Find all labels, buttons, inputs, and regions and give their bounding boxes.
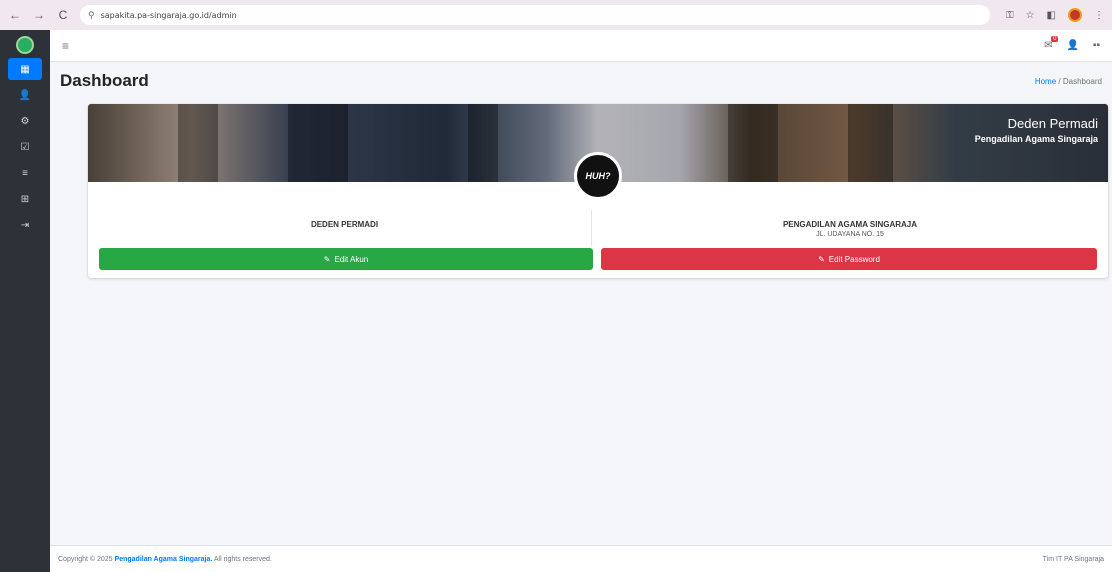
- users-cog-icon: ⚙: [20, 115, 30, 127]
- forward-icon[interactable]: →: [32, 8, 46, 22]
- user-icon: 👤: [18, 89, 32, 101]
- profile-card: Deden Permadi Pengadilan Agama Singaraja…: [88, 104, 1108, 278]
- sidebar: ▦ 👤 ⚙ ☑ ≡ ⊞ ⇥: [0, 30, 50, 572]
- notification-badge: 0: [1051, 36, 1059, 42]
- footer: Copyright © 2025 Pengadilan Agama Singar…: [50, 545, 1112, 572]
- bookmark-star-icon[interactable]: ☆: [1026, 10, 1035, 21]
- avatar: HUH?: [574, 152, 622, 200]
- browser-menu-icon[interactable]: ⋮: [1094, 10, 1104, 21]
- sidebar-item-logout[interactable]: ⇥: [8, 214, 42, 236]
- sidebar-item-table[interactable]: ⊞: [8, 188, 42, 210]
- address-bar[interactable]: ⚲ sapakita.pa-singaraja.go.id/admin: [80, 5, 990, 25]
- menu-toggle-icon[interactable]: ≡: [62, 39, 69, 53]
- url-text: sapakita.pa-singaraja.go.id/admin: [100, 10, 237, 20]
- site-info-icon[interactable]: ⚲: [88, 10, 95, 21]
- sidebar-item-dashboard[interactable]: ▦: [8, 58, 42, 80]
- footer-credit: Tim IT PA Singaraja: [1042, 555, 1104, 563]
- edit-icon: ✎: [818, 254, 825, 264]
- edit-password-label: Edit Password: [828, 254, 880, 264]
- app-logo[interactable]: [16, 36, 34, 54]
- top-navbar: ≡ ✉ 0 👤 ▪▪: [50, 30, 1112, 62]
- breadcrumb: Home / Dashboard: [1035, 77, 1102, 86]
- user-menu-icon[interactable]: 👤: [1066, 40, 1078, 51]
- organization-name: PENGADILAN AGAMA SINGARAJA: [782, 220, 918, 229]
- logout-icon: ⇥: [20, 219, 30, 231]
- clipboard-icon: ☑: [20, 141, 30, 153]
- breadcrumb-separator: /: [1058, 76, 1061, 86]
- user-info-column: DEDEN PERMADI: [98, 210, 592, 246]
- footer-brand-link[interactable]: Pengadilan Agama Singaraja.: [115, 556, 213, 563]
- footer-rights: All rights reserved.: [213, 555, 272, 563]
- sidebar-item-database[interactable]: ≡: [8, 162, 42, 184]
- content-header: Dashboard Home / Dashboard: [50, 62, 1112, 100]
- browser-toolbar: ← → C ⚲ sapakita.pa-singaraja.go.id/admi…: [0, 0, 1112, 30]
- breadcrumb-home-link[interactable]: Home: [1035, 77, 1056, 86]
- dashboard-icon: ▦: [20, 63, 30, 75]
- profile-avatar-icon[interactable]: [1068, 8, 1082, 22]
- edit-icon: ✎: [323, 254, 331, 264]
- banner-organization: Pengadilan Agama Singaraja: [974, 134, 1098, 144]
- copyright-prefix: Copyright © 2025: [58, 555, 113, 563]
- org-info-column: PENGADILAN AGAMA SINGARAJA JL. UDAYANA N…: [602, 210, 1098, 246]
- extensions-icon[interactable]: ◧: [1047, 10, 1056, 21]
- back-icon[interactable]: ←: [8, 8, 22, 22]
- banner-user-name: Deden Permadi: [1007, 116, 1098, 131]
- reload-icon[interactable]: C: [56, 8, 70, 22]
- notifications-button[interactable]: ✉ 0: [1044, 36, 1059, 51]
- user-name: DEDEN PERMADI: [310, 220, 379, 229]
- edit-password-button[interactable]: ✎ Edit Password: [601, 248, 1097, 270]
- apps-grid-icon[interactable]: ▪▪: [1093, 40, 1100, 51]
- sidebar-item-users-cog[interactable]: ⚙: [8, 110, 42, 132]
- edit-account-button[interactable]: ✎ Edit Akun: [99, 248, 593, 270]
- database-icon: ≡: [22, 167, 28, 179]
- copyright-text: Copyright © 2025 Pengadilan Agama Singar…: [58, 556, 272, 563]
- sidebar-item-clipboard[interactable]: ☑: [8, 136, 42, 158]
- sidebar-item-user[interactable]: 👤: [8, 84, 42, 106]
- edit-account-label: Edit Akun: [334, 254, 369, 264]
- organization-address: JL. UDAYANA NO. 15: [816, 231, 884, 238]
- password-key-icon[interactable]: ⚿: [1006, 10, 1014, 21]
- table-icon: ⊞: [20, 193, 30, 205]
- avatar-text: HUH?: [585, 171, 611, 181]
- page-title: Dashboard: [60, 71, 149, 90]
- breadcrumb-current: Dashboard: [1062, 76, 1102, 86]
